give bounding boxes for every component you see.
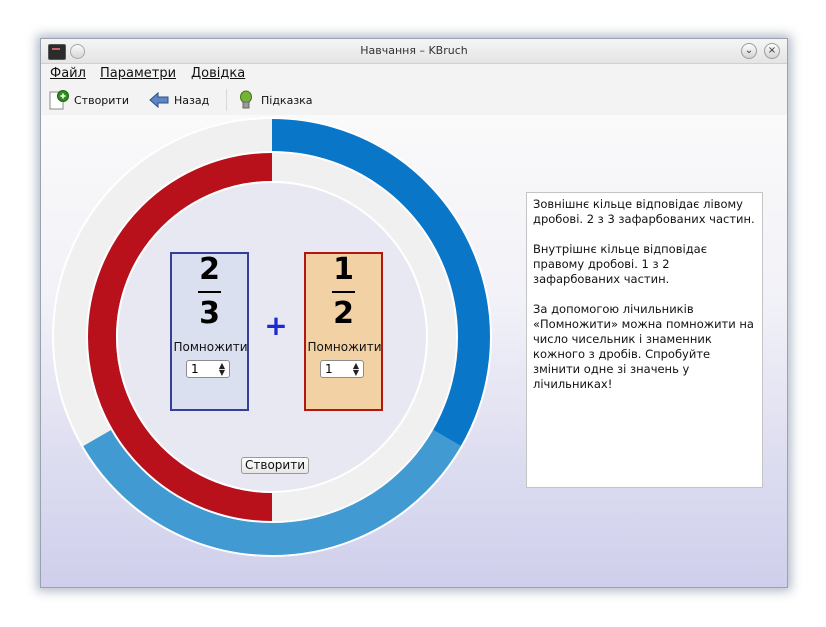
menu-bar: Файл Параметри Довідка (41, 64, 787, 86)
menu-help[interactable]: Довідка (191, 66, 245, 81)
right-numerator: 1 (333, 252, 354, 287)
lightbulb-icon (240, 90, 252, 109)
toolbar-separator (226, 89, 227, 111)
left-multiplier-spinbox[interactable]: 1 ▲ ▼ (186, 360, 230, 378)
toolbar: Створити Назад Підказка (41, 87, 787, 113)
window-title: Навчання – KBruch (360, 44, 468, 57)
new-task-label: Створити (74, 93, 129, 107)
left-fraction-box: 2 3 Помножити 1 ▲ ▼ (170, 252, 249, 411)
new-document-icon (49, 90, 69, 110)
title-bar[interactable]: Навчання – KBruch ⌄ × (41, 39, 787, 64)
info-inner-ring-text: Внутрішнє кільце відповідає правому дроб… (533, 242, 708, 286)
close-button[interactable]: × (764, 43, 780, 59)
new-task-button[interactable]: Створити (48, 89, 129, 111)
right-multiply-label: Помножити (307, 340, 382, 354)
app-window: Навчання – KBruch ⌄ × Файл Параметри Дов… (40, 38, 788, 588)
spin-arrows-icon[interactable]: ▲ ▼ (219, 362, 225, 377)
fraction-rings (52, 117, 492, 557)
left-multiply-label: Помножити (173, 340, 248, 354)
right-denominator: 2 (333, 296, 354, 331)
back-arrow-icon (149, 91, 169, 109)
right-fraction-line (332, 291, 355, 293)
left-multiplier-value: 1 (191, 362, 199, 376)
left-numerator: 2 (199, 252, 220, 287)
right-multiplier-value: 1 (325, 362, 333, 376)
back-button[interactable]: Назад (148, 89, 209, 111)
create-task-button[interactable]: Створити (241, 457, 309, 474)
menu-file-label: Файл (50, 66, 86, 81)
menu-file[interactable]: Файл (50, 66, 86, 81)
operator-plus: + (264, 309, 288, 342)
info-outer-ring-text: Зовнішнє кільце відповідає лівому дробов… (533, 197, 755, 226)
minimize-button[interactable]: ⌄ (741, 43, 757, 59)
spin-arrows-icon[interactable]: ▲ ▼ (353, 362, 359, 377)
hint-label: Підказка (261, 93, 313, 107)
left-fraction-line (198, 291, 221, 293)
right-fraction-box: 1 2 Помножити 1 ▲ ▼ (304, 252, 383, 411)
back-label: Назад (174, 93, 210, 107)
right-multiplier-spinbox[interactable]: 1 ▲ ▼ (320, 360, 364, 378)
hint-button[interactable]: Підказка (235, 89, 313, 111)
menu-settings[interactable]: Параметри (100, 66, 176, 81)
left-denominator: 3 (199, 296, 220, 331)
menu-help-label: Довідка (191, 66, 246, 81)
info-multiplier-text: За допомогою лічильників «Помножити» мож… (533, 302, 754, 391)
menu-settings-label: Параметри (100, 66, 177, 81)
info-panel: Зовнішнє кільце відповідає лівому дробов… (526, 192, 763, 488)
task-area: 2 3 Помножити 1 ▲ ▼ + 1 2 Помножити 1 ▲ ▼ … (41, 115, 787, 587)
